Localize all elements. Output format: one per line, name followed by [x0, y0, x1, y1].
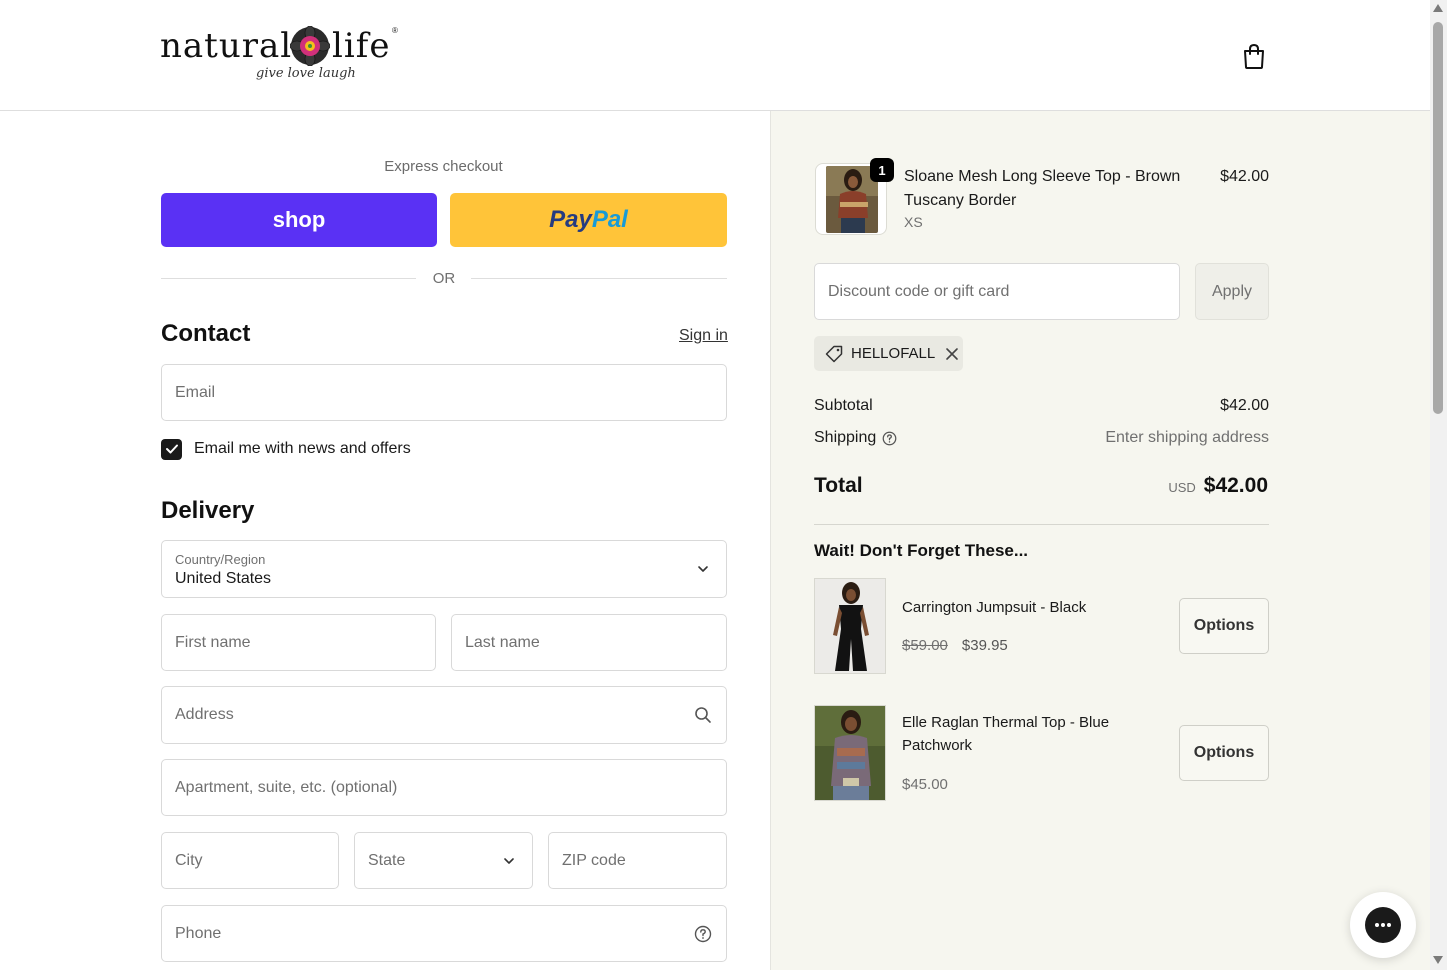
subtotal-row: Subtotal $42.00	[814, 397, 1269, 419]
applied-discount-tag: HELLOFALL	[814, 336, 963, 371]
upsell-title: Wait! Don't Forget These...	[814, 541, 1029, 560]
tag-icon	[825, 345, 843, 362]
quantity-badge: 1	[870, 158, 894, 182]
upsell-image-jumpsuit[interactable]	[814, 578, 886, 674]
chevron-down-icon	[698, 566, 708, 572]
phone-placeholder: Phone	[175, 924, 222, 942]
checkmark-icon	[165, 444, 178, 454]
newsletter-option[interactable]: Email me with news and offers	[161, 438, 411, 460]
newsletter-checkbox[interactable]	[161, 438, 182, 460]
express-checkout-title: Express checkout	[384, 158, 503, 175]
shop-pay-button[interactable]: shop	[161, 193, 437, 247]
scrollbar-thumb[interactable]	[1433, 22, 1443, 414]
discount-code-label: HELLOFALL	[851, 345, 936, 362]
product-price: $42.00	[1220, 168, 1269, 185]
phone-field[interactable]: Phone	[161, 905, 727, 962]
apartment-field[interactable]: Apartment, suite, etc. (optional)	[161, 759, 727, 816]
upsell-options-button[interactable]: Options	[1179, 725, 1269, 781]
address-field[interactable]: Address	[161, 686, 727, 744]
upsell-compare-price: $59.00	[902, 637, 948, 654]
shipping-value: Enter shipping address	[1105, 429, 1269, 446]
chevron-down-icon	[504, 857, 514, 864]
apply-discount-button[interactable]: Apply	[1195, 263, 1269, 320]
last-name-field[interactable]: Last name	[451, 614, 727, 671]
paypal-button[interactable]: Pay Pal	[450, 193, 727, 247]
shipping-row: Shipping Enter shipping address	[814, 429, 1269, 451]
logo-word-natural: natural	[160, 26, 293, 66]
city-placeholder: City	[175, 851, 203, 869]
shipping-label-wrap: Shipping	[814, 429, 897, 447]
email-field[interactable]: Email	[161, 364, 727, 421]
address-placeholder: Address	[175, 706, 234, 723]
subtotal-value: $42.00	[1220, 397, 1269, 414]
or-divider: OR	[161, 269, 727, 289]
city-field[interactable]: City	[161, 832, 339, 889]
zip-field[interactable]: ZIP code	[548, 832, 727, 889]
scroll-up-arrow-icon[interactable]	[1433, 4, 1443, 12]
total-amount: USD $42.00	[1168, 474, 1268, 498]
last-name-placeholder: Last name	[465, 633, 540, 651]
email-placeholder: Email	[175, 383, 216, 401]
checkout-form: Express checkout shop Pay Pal OR Contact …	[0, 111, 770, 970]
product-name: Sloane Mesh Long Sleeve Top - Brown Tusc…	[904, 168, 1181, 209]
country-value: United States	[175, 570, 272, 587]
state-placeholder: State	[368, 851, 406, 869]
upsell-options-button[interactable]: Options	[1179, 598, 1269, 654]
apartment-placeholder: Apartment, suite, etc. (optional)	[175, 778, 398, 796]
subtotal-label: Subtotal	[814, 397, 873, 414]
shipping-label: Shipping	[814, 429, 877, 446]
zip-placeholder: ZIP code	[562, 851, 626, 869]
contact-heading: Contact	[161, 320, 251, 347]
upsell-image-thermal-top[interactable]	[814, 705, 886, 801]
first-name-placeholder: First name	[175, 633, 251, 651]
shopping-bag-icon[interactable]	[1241, 42, 1267, 70]
upsell-price-row: $59.00 $39.95	[902, 637, 1008, 654]
upsell-sale-price: $39.95	[961, 637, 1008, 654]
total-label: Total	[814, 474, 863, 497]
divider-line-right	[471, 278, 727, 279]
product-thumbnail: 1	[815, 158, 894, 235]
search-icon[interactable]	[694, 706, 712, 724]
state-select[interactable]: State	[354, 832, 533, 889]
total-value: $42.00	[1203, 474, 1268, 497]
paypal-label-pay: Pay	[549, 206, 592, 233]
total-currency: USD	[1168, 480, 1196, 495]
page-scrollbar[interactable]	[1430, 0, 1447, 970]
brand-logo[interactable]: natural life ® give love laugh	[160, 22, 400, 90]
logo-word-life: life	[332, 26, 391, 66]
registered-mark: ®	[392, 26, 398, 35]
scroll-down-arrow-icon[interactable]	[1433, 956, 1443, 964]
paypal-label-pal: Pal	[591, 206, 628, 233]
product-variant: XS	[904, 214, 923, 230]
order-summary: 1 Sloane Mesh Long Sleeve Top - Brown Tu…	[770, 111, 1430, 970]
first-name-field[interactable]: First name	[161, 614, 436, 671]
remove-discount-icon[interactable]	[945, 347, 959, 361]
upsell-price: $45.00	[902, 776, 948, 793]
discount-placeholder: Discount code or gift card	[828, 283, 1010, 300]
upsell-name: Carrington Jumpsuit - Black	[902, 599, 1087, 616]
help-circle-icon[interactable]	[694, 925, 712, 943]
help-circle-icon[interactable]	[882, 431, 897, 446]
summary-divider	[814, 524, 1269, 525]
newsletter-label: Email me with news and offers	[194, 440, 411, 457]
logo-tagline: give love laugh	[256, 66, 356, 81]
chat-bubble-icon	[1365, 907, 1401, 943]
header: natural life ® give love laugh	[0, 0, 1430, 111]
country-label: Country/Region	[175, 552, 266, 567]
chat-widget-button[interactable]	[1350, 892, 1416, 958]
flower-logo-icon	[290, 26, 330, 66]
shop-pay-label: shop	[272, 207, 326, 232]
discount-code-input[interactable]: Discount code or gift card	[814, 263, 1180, 320]
sign-in-link[interactable]: Sign in	[679, 327, 728, 345]
upsell-price-row: $45.00	[902, 776, 948, 793]
upsell-name: Elle Raglan Thermal Top - Blue Patchwork	[902, 714, 1110, 754]
country-select[interactable]: Country/Region United States	[161, 540, 727, 598]
delivery-heading: Delivery	[161, 497, 255, 524]
